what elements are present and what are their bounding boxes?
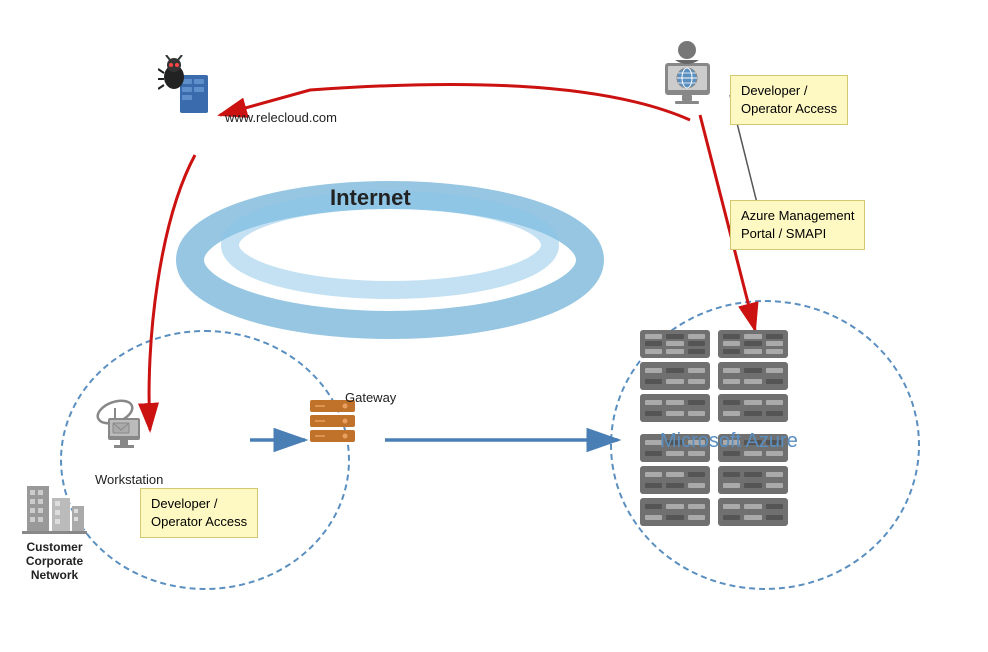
server-row-1	[640, 330, 788, 426]
person-computer-icon	[645, 38, 725, 113]
internet-cloud-svg	[150, 130, 630, 350]
server-col-1	[640, 330, 710, 426]
azure-label: Microsoft Azure	[660, 430, 798, 453]
workstation-label: Workstation	[95, 472, 163, 487]
server-rack	[718, 466, 788, 494]
server-rack	[718, 330, 788, 358]
server-rack	[640, 466, 710, 494]
server-rack	[718, 362, 788, 390]
server-rack	[640, 330, 710, 358]
gateway-label: Gateway	[345, 390, 396, 405]
developer-access-text-bottom: Developer /Operator Access	[151, 496, 247, 529]
customer-corporate-icon: CustomerCorporateNetwork	[22, 478, 87, 582]
azure-mgmt-label: Azure ManagementPortal / SMAPI	[730, 200, 865, 250]
diagram: Internet	[0, 0, 988, 652]
server-rack	[640, 362, 710, 390]
developer-access-text-top: Developer /Operator Access	[741, 83, 837, 116]
azure-mgmt-text: Azure ManagementPortal / SMAPI	[741, 208, 854, 241]
bug-icon-container	[158, 55, 213, 120]
server-rack	[718, 394, 788, 422]
relecloud-label: www.relecloud.com	[225, 110, 337, 125]
workstation-icon-container	[90, 390, 160, 455]
corporate-network-circle	[60, 330, 350, 590]
internet-label: Internet	[330, 185, 411, 211]
developer-access-label-top: Developer /Operator Access	[730, 75, 848, 125]
bug-icon	[158, 55, 213, 120]
workstation-icon	[90, 390, 160, 455]
server-col-2	[718, 330, 788, 426]
building-icon	[22, 478, 87, 538]
server-rack	[640, 394, 710, 422]
server-rack	[718, 498, 788, 526]
developer-operator-icon-top	[645, 38, 725, 113]
server-rack	[640, 498, 710, 526]
developer-access-label-bottom: Developer /Operator Access	[140, 488, 258, 538]
customer-label: CustomerCorporateNetwork	[26, 540, 83, 582]
